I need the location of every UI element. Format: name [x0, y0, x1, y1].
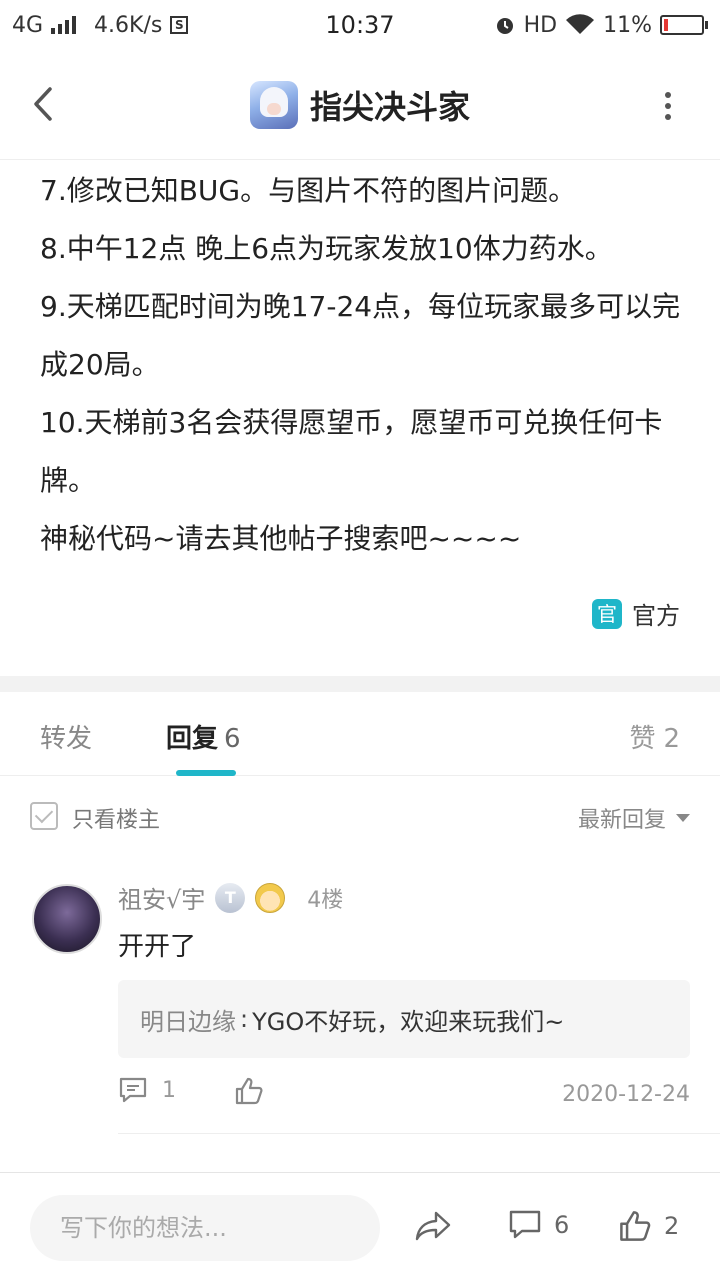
tab-forward-label: 转发 [40, 724, 93, 754]
sub-reply-text: YGO不好玩，欢迎来玩我们~ [252, 1007, 565, 1036]
sort-label: 最新回复 [577, 808, 666, 833]
comment-count: 6 [554, 1211, 570, 1239]
wifi-icon [566, 14, 595, 34]
floor-number: 4楼 [307, 887, 344, 913]
official-tag[interactable]: 官 官方 [592, 596, 680, 631]
tab-reply-label: 回复 [166, 724, 219, 754]
network-label: 4G [12, 12, 44, 38]
tab-forward[interactable]: 转发 [40, 718, 92, 755]
share-icon [415, 1211, 451, 1241]
post-line: 9.天梯匹配时间为晚17-24点，每位玩家最多可以完成20局。 [40, 290, 681, 381]
status-left: 4G 4.6K/s S [12, 12, 189, 38]
bottom-bar: 6 2 [0, 1172, 720, 1280]
tab-active-indicator [176, 770, 236, 776]
reply-comment-count: 1 [162, 1077, 176, 1103]
tab-reply[interactable]: 回复 6 [166, 718, 241, 755]
post-line: 10.天梯前3名会获得愿望币，愿望币可兑换任何卡牌。 [40, 406, 663, 497]
hd-label: HD [523, 12, 558, 38]
sub-reply-separator: : [240, 1005, 249, 1033]
thumbs-up-icon [620, 1211, 651, 1241]
chevron-left-icon[interactable] [28, 86, 58, 122]
caret-down-icon [676, 814, 690, 822]
tab-like-label: 赞 [629, 724, 656, 754]
share-button[interactable] [414, 1209, 452, 1243]
reply-username[interactable]: 祖安√宇 [118, 880, 205, 915]
comment-button[interactable]: 6 [508, 1209, 569, 1241]
reply-meta: 祖安√宇 T 4楼 [118, 880, 343, 915]
avatar[interactable] [32, 884, 102, 954]
sub-reply-username: 明日边缘 [140, 1007, 236, 1036]
reply-comment-button[interactable]: 1 [118, 1076, 176, 1104]
reply-text: 开开了 [118, 932, 197, 962]
tab-like[interactable]: 赞2 [629, 718, 680, 755]
alarm-icon [496, 18, 513, 34]
game-title[interactable]: 指尖决斗家 [249, 80, 470, 129]
reply-item: 祖安√宇 T 4楼 开开了 明日边缘 : YGO不好玩，欢迎来玩我们~ 1 20… [0, 870, 720, 1134]
reply-divider [118, 1133, 720, 1134]
battery-percent: 11% [603, 12, 652, 38]
post-line: 神秘代码~请去其他帖子搜索吧~~~~ [40, 522, 522, 555]
reply-date: 2020-12-24 [562, 1082, 690, 1107]
network-speed: 4.6K/s [94, 12, 163, 38]
comment-input[interactable] [30, 1195, 380, 1261]
status-right: HD 11% [494, 13, 708, 38]
post-body: 7.修改已知BUG。与图片不符的图片问题。 8.中午12点 晚上6点为玩家发放1… [40, 162, 690, 568]
user-emblem-icon [255, 882, 286, 913]
tab-like-count: 2 [663, 724, 680, 754]
sub-reply[interactable]: 明日边缘 : YGO不好玩，欢迎来玩我们~ [118, 980, 690, 1058]
battery-icon [660, 15, 708, 35]
thumbs-up-icon [235, 1077, 263, 1105]
level-badge-icon: T [215, 882, 246, 913]
post-line: 7.修改已知BUG。与图片不符的图片问题。 [40, 174, 577, 207]
filter-row: 只看楼主 最新回复 [0, 790, 720, 844]
tab-reply-count: 6 [224, 724, 241, 754]
official-badge-icon: 官 [592, 598, 622, 629]
comment-icon [509, 1210, 541, 1239]
section-divider [0, 676, 720, 692]
signal-icon [51, 16, 77, 34]
post-line: 8.中午12点 晚上6点为玩家发放10体力药水。 [40, 232, 613, 265]
reply-tabs: 转发 回复 6 赞2 [0, 692, 720, 776]
like-count: 2 [664, 1212, 680, 1240]
official-label: 官方 [632, 602, 680, 630]
game-name: 指尖决斗家 [309, 87, 470, 126]
more-vertical-icon[interactable] [660, 88, 676, 124]
sort-dropdown[interactable]: 最新回复 [578, 802, 690, 834]
only-op-label[interactable]: 只看楼主 [72, 802, 160, 834]
only-op-checkbox[interactable] [30, 802, 58, 830]
reply-like-button[interactable] [234, 1076, 264, 1106]
game-logo-icon [249, 80, 298, 129]
speed-s-icon: S [170, 16, 189, 34]
reply-actions: 1 2020-12-24 [118, 1076, 690, 1116]
top-nav: 指尖决斗家 [0, 50, 720, 160]
comment-icon [119, 1077, 147, 1103]
status-bar: 4G 4.6K/s S 10:37 HD 11% [0, 0, 720, 50]
like-button[interactable]: 2 [618, 1209, 679, 1243]
